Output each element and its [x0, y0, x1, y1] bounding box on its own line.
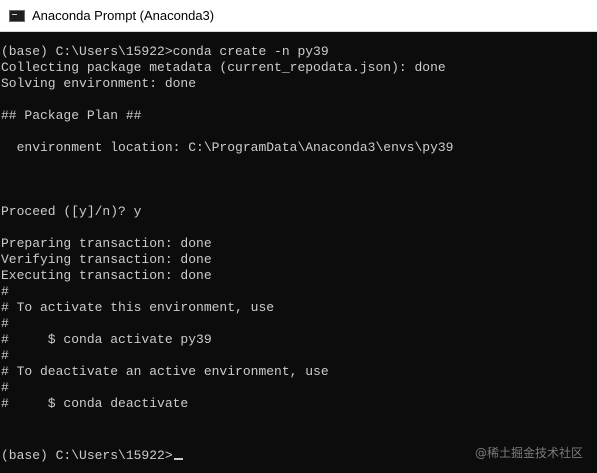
console-line: # To activate this environment, use [1, 300, 275, 315]
console-line: # [1, 316, 9, 331]
console-line: Collecting package metadata (current_rep… [1, 60, 446, 75]
title-bar[interactable]: Anaconda Prompt (Anaconda3) [0, 0, 597, 32]
console-line: # [1, 284, 9, 299]
console-line: # $ conda activate py39 [1, 332, 212, 347]
text-cursor [173, 458, 183, 460]
command-prompt-line[interactable]: (base) C:\Users\15922> [1, 448, 183, 464]
console-line: Proceed ([y]/n)? y [1, 204, 142, 219]
console-line: ## Package Plan ## [1, 108, 142, 123]
console-line: Verifying transaction: done [1, 252, 212, 267]
console-line: Preparing transaction: done [1, 236, 212, 251]
console-line: # To deactivate an active environment, u… [1, 364, 329, 379]
terminal-icon [9, 9, 25, 22]
watermark: @稀土掘金技术社区 [474, 446, 583, 460]
console-line: # $ conda deactivate [1, 396, 189, 411]
console-line: # [1, 348, 9, 363]
console-line: Executing transaction: done [1, 268, 212, 283]
window-title: Anaconda Prompt (Anaconda3) [32, 8, 215, 23]
console-line: # [1, 380, 9, 395]
console-line: environment location: C:\ProgramData\Ana… [1, 140, 454, 155]
console-output[interactable]: (base) C:\Users\15922>conda create -n py… [0, 32, 597, 473]
console-line: Solving environment: done [1, 76, 197, 91]
command-prompt: (base) C:\Users\15922> [1, 448, 173, 463]
console-line: (base) C:\Users\15922>conda create -n py… [1, 44, 329, 59]
